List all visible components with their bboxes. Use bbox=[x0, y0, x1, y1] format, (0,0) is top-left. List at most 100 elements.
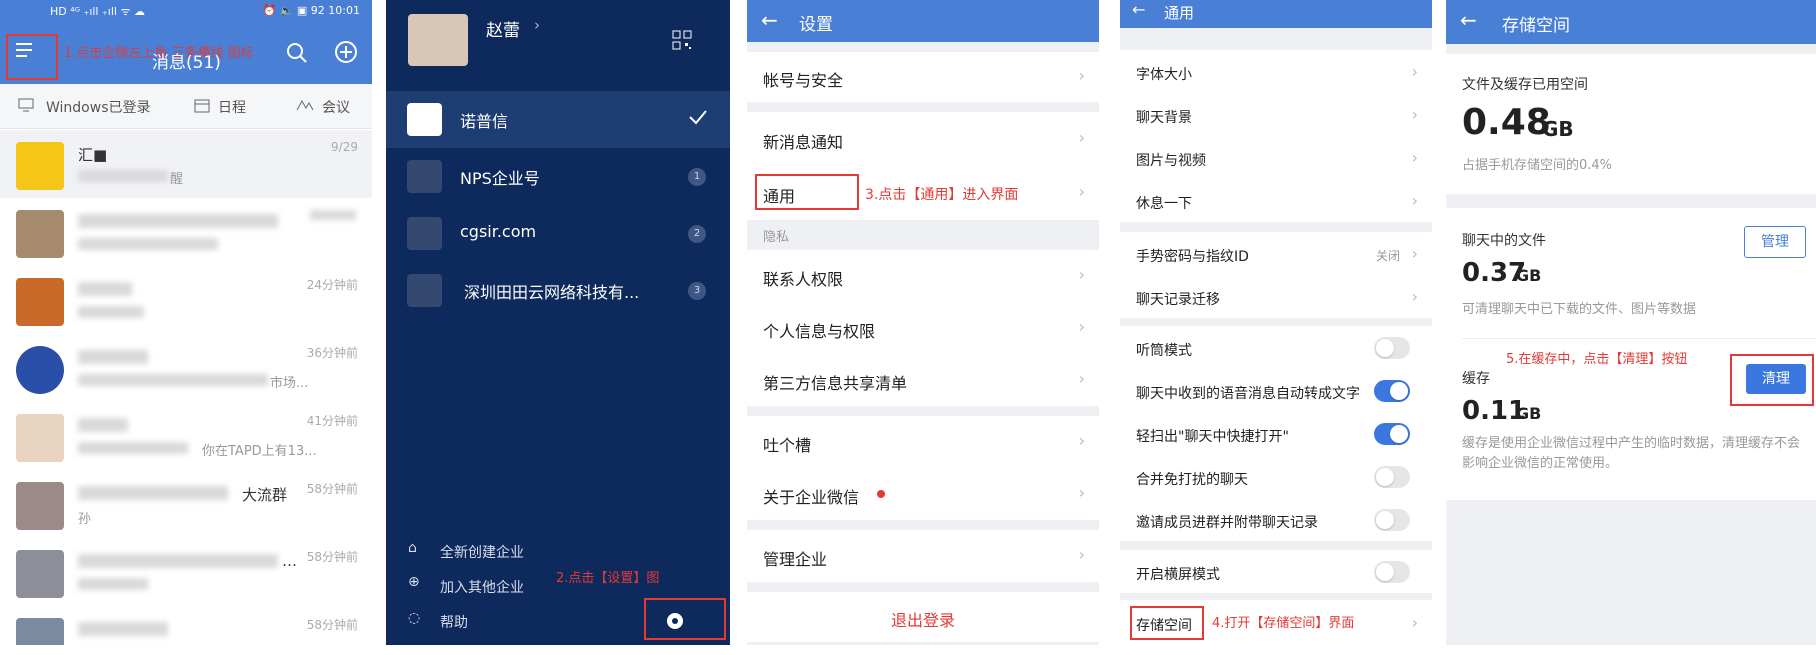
chevron-right-icon: › bbox=[1411, 105, 1418, 124]
settings-label: 合并免打扰的聊天 bbox=[1136, 472, 1248, 488]
status-bar: HD ⁴ᴳ ₊ıll ₊ıll ᯤ ☁ ⏰ 🔈 ▣ 92 10:01 bbox=[0, 0, 372, 22]
settings-third-party[interactable]: 第三方信息共享清单 › bbox=[747, 354, 1099, 406]
add-icon[interactable] bbox=[334, 40, 358, 64]
help-link[interactable]: 帮助 bbox=[440, 612, 468, 632]
chat-row[interactable] bbox=[0, 198, 372, 266]
org-logo-icon bbox=[407, 160, 442, 193]
settings-personal[interactable]: 个人信息与权限 › bbox=[747, 302, 1099, 354]
chevron-right-icon: › bbox=[1411, 191, 1418, 210]
back-arrow-icon[interactable]: ← bbox=[1132, 0, 1145, 19]
settings-label: 帐号与安全 bbox=[763, 71, 844, 90]
chevron-right-icon: › bbox=[1078, 182, 1085, 201]
chat-row[interactable]: 市场... 36分钟前 bbox=[0, 334, 372, 402]
chat-time: 24分钟前 bbox=[306, 278, 358, 292]
settings-account[interactable]: 帐号与安全 › bbox=[747, 52, 1099, 102]
windows-login[interactable]: Windows已登录 bbox=[46, 97, 151, 117]
annotation-2: 2.点击【设置】图 bbox=[556, 571, 660, 586]
org-item[interactable]: NPS企业号 1 bbox=[386, 148, 730, 205]
chat-row[interactable]: 汇■ 醒 9/29 bbox=[0, 130, 372, 198]
general-media[interactable]: 图片与视频 › bbox=[1120, 136, 1432, 179]
messages-title: 消息(51) bbox=[152, 53, 221, 73]
back-arrow-icon[interactable]: ← bbox=[1460, 8, 1477, 32]
general-font[interactable]: 字体大小 › bbox=[1120, 50, 1432, 93]
annotation-box-settings bbox=[644, 598, 726, 640]
annotation-box-clear bbox=[1730, 354, 1814, 406]
meeting-icon bbox=[296, 98, 314, 112]
chat-time: 58分钟前 bbox=[306, 618, 358, 632]
user-name[interactable]: 赵蕾 bbox=[486, 16, 520, 41]
merge-toggle[interactable] bbox=[1374, 466, 1410, 488]
settings-feedback[interactable]: 吐个槽 › bbox=[747, 416, 1099, 468]
settings-label: 第三方信息共享清单 bbox=[763, 374, 908, 393]
chevron-right-icon: › bbox=[1411, 62, 1418, 81]
red-dot-badge bbox=[877, 490, 885, 498]
schedule-link[interactable]: 日程 bbox=[218, 97, 246, 117]
join-org-link[interactable]: 加入其他企业 bbox=[440, 577, 524, 597]
create-org-link[interactable]: 全新创建企业 bbox=[440, 542, 524, 562]
quick-bar: Windows已登录 日程 会议 bbox=[0, 84, 372, 129]
settings-contacts[interactable]: 联系人权限 › bbox=[747, 250, 1099, 302]
calendar-icon bbox=[194, 98, 210, 113]
storage-screen: ← 存储空间 文件及缓存已用空间 0.48 GB 占据手机存储空间的0.4% 聊… bbox=[1446, 0, 1816, 645]
chat-row[interactable]: … 58分钟前 bbox=[0, 538, 372, 606]
chat-name: … bbox=[282, 552, 297, 570]
files-note: 可清理聊天中已下载的文件、图片等数据 bbox=[1462, 302, 1697, 317]
org-name: cgsir.com bbox=[460, 222, 537, 241]
settings-about[interactable]: 关于企业微信 › bbox=[747, 468, 1099, 520]
status-right: ⏰ 🔈 ▣ 92 10:01 bbox=[262, 4, 360, 17]
org-item[interactable]: 诺普信 bbox=[386, 91, 730, 148]
total-value: 0.48 bbox=[1462, 102, 1551, 143]
chevron-right-icon: › bbox=[1078, 317, 1085, 336]
logout-button[interactable]: 退出登录 bbox=[747, 592, 1099, 642]
earpiece-toggle[interactable] bbox=[1374, 337, 1410, 359]
avatar[interactable] bbox=[408, 14, 468, 66]
chevron-right-icon: › bbox=[1411, 244, 1418, 263]
total-label: 文件及缓存已用空间 bbox=[1462, 77, 1588, 93]
storage-details: 聊天中的文件 管理 0.37 GB 可清理聊天中已下载的文件、图片等数据 5.在… bbox=[1446, 208, 1816, 500]
general-gesture[interactable]: 手势密码与指纹ID 关闭 › bbox=[1120, 232, 1432, 275]
chat-row[interactable]: 大流群 孙 58分钟前 bbox=[0, 470, 372, 538]
chat-row[interactable]: 你在TAPD上有13... 41分钟前 bbox=[0, 402, 372, 470]
settings-label: 字体大小 bbox=[1136, 67, 1192, 83]
org-logo-icon bbox=[407, 274, 442, 307]
avatar bbox=[16, 142, 64, 190]
settings-notify[interactable]: 新消息通知 › bbox=[747, 112, 1099, 166]
general-bg[interactable]: 聊天背景 › bbox=[1120, 93, 1432, 136]
chevron-right-icon: › bbox=[1078, 369, 1085, 388]
settings-label: 关于企业微信 bbox=[763, 488, 860, 507]
page-title: 存储空间 bbox=[1502, 16, 1570, 36]
chat-message: 你在TAPD上有13... bbox=[202, 444, 317, 459]
landscape-toggle[interactable] bbox=[1374, 561, 1410, 583]
settings-manage[interactable]: 管理企业 › bbox=[747, 530, 1099, 582]
chat-row[interactable]: 24分钟前 bbox=[0, 266, 372, 334]
messages-screen: HD ⁴ᴳ ₊ıll ₊ıll ᯤ ☁ ⏰ 🔈 ▣ 92 10:01 1.点击企… bbox=[0, 0, 372, 645]
meeting-link[interactable]: 会议 bbox=[322, 97, 350, 117]
shake-toggle[interactable] bbox=[1374, 423, 1410, 445]
general-storage[interactable]: 存储空间 4.打开【存储空间】界面 › bbox=[1120, 600, 1432, 645]
settings-label: 聊天中收到的语音消息自动转成文字 bbox=[1136, 386, 1360, 402]
org-item[interactable]: 深圳田田云网络科技有... 3 bbox=[386, 262, 730, 319]
manage-button[interactable]: 管理 bbox=[1744, 226, 1806, 258]
qrcode-icon[interactable] bbox=[672, 30, 692, 50]
cache-label: 缓存 bbox=[1462, 371, 1490, 387]
chat-time: 58分钟前 bbox=[306, 550, 358, 564]
general-earpiece: 听筒模式 bbox=[1120, 326, 1432, 369]
avatar bbox=[16, 482, 64, 530]
settings-general[interactable]: 通用 3.点击【通用】进入界面 › bbox=[747, 166, 1099, 220]
general-rest[interactable]: 休息一下 › bbox=[1120, 179, 1432, 222]
annotation-3: 3.点击【通用】进入界面 bbox=[865, 187, 1019, 203]
voice2text-toggle[interactable] bbox=[1374, 380, 1410, 402]
chat-message: 市场... bbox=[270, 376, 309, 391]
search-icon[interactable] bbox=[286, 42, 308, 64]
settings-label: 休息一下 bbox=[1136, 196, 1192, 212]
back-arrow-icon[interactable]: ← bbox=[761, 8, 778, 32]
org-item[interactable]: cgsir.com 2 bbox=[386, 205, 730, 262]
settings-label: 管理企业 bbox=[763, 550, 828, 569]
chat-row[interactable]: 58分钟前 bbox=[0, 606, 372, 645]
general-merge: 合并免打扰的聊天 bbox=[1120, 455, 1432, 498]
settings-label: 手势密码与指纹ID bbox=[1136, 249, 1249, 265]
chevron-right-icon: › bbox=[1078, 545, 1085, 564]
invite-toggle[interactable] bbox=[1374, 509, 1410, 531]
general-migrate[interactable]: 聊天记录迁移 › bbox=[1120, 275, 1432, 318]
annotation-box-menu bbox=[6, 34, 58, 80]
